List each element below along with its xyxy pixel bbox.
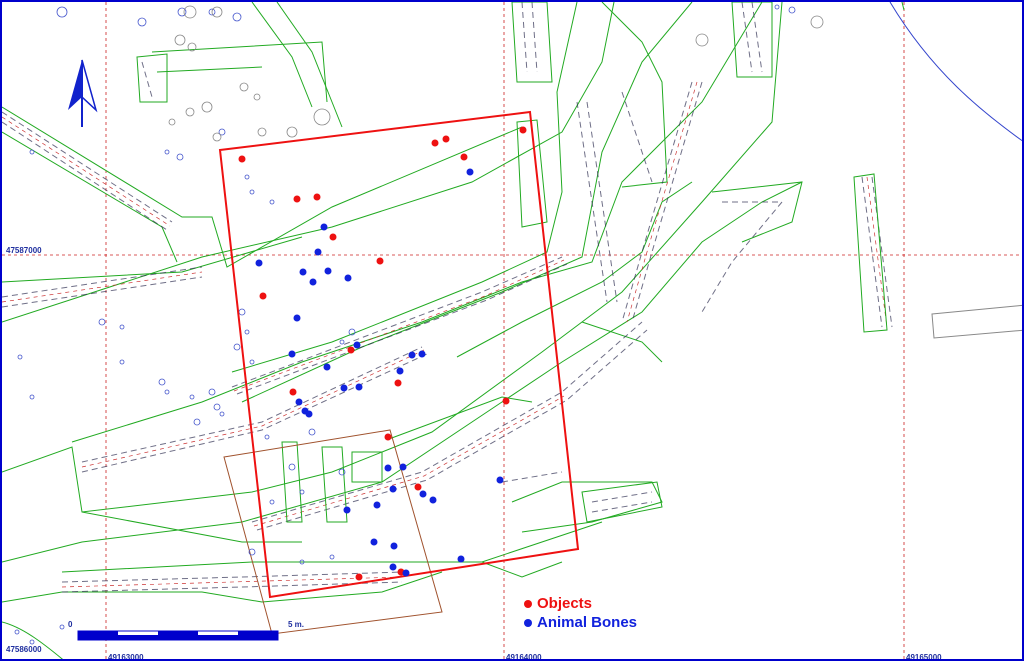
legend-item-objects: Objects: [524, 595, 592, 612]
animal-bone-find-marker: [299, 268, 307, 276]
ditch-segments: [136, 2, 888, 523]
feature-outlines: [2, 2, 905, 659]
animal-bone-find-marker: [396, 367, 404, 375]
boundary-line: [889, 2, 1022, 142]
object-find-marker: [384, 433, 392, 441]
animal-bone-find-marker: [309, 278, 317, 286]
animal-bone-find-marker: [340, 384, 348, 392]
scale-bar: [77, 630, 279, 641]
objects-marker-icon: [524, 599, 532, 608]
x-coordinate-label-mid: 49164000: [506, 653, 542, 661]
animal-bone-find-marker: [389, 485, 397, 493]
animal-bone-find-marker: [344, 274, 352, 282]
animal-bone-find-marker: [496, 476, 504, 484]
animal-bone-find-marker: [355, 383, 363, 391]
animal-bone-find-marker: [402, 569, 410, 577]
animal-bone-find-marker: [419, 490, 427, 498]
object-find-marker: [329, 233, 337, 241]
object-find-marker: [414, 483, 422, 491]
grey-stones: [168, 5, 824, 142]
scale-start-label: 0: [68, 620, 73, 629]
animal-bone-find-marker: [390, 542, 398, 550]
object-find-marker: [347, 346, 355, 354]
animal-bone-find-marker: [457, 555, 465, 563]
animal-bone-find-marker: [399, 463, 407, 471]
object-find-marker: [293, 195, 301, 203]
stone-scatter: [14, 4, 796, 645]
bones-marker-icon: [524, 618, 532, 627]
north-arrow-icon: [68, 59, 98, 127]
animal-bone-find-marker: [373, 501, 381, 509]
animal-bone-find-marker: [323, 363, 331, 371]
animal-bone-find-marker: [343, 506, 351, 514]
object-find-marker: [394, 379, 402, 387]
y-coordinate-label-bottom: 47586000: [6, 645, 42, 654]
animal-bone-find-marker: [429, 496, 437, 504]
object-find-marker: [259, 292, 267, 300]
object-find-marker: [442, 135, 450, 143]
animal-bone-find-marker: [466, 168, 474, 176]
reference-plot: [931, 304, 1022, 339]
object-find-marker: [289, 388, 297, 396]
ditch-midlines: [2, 81, 888, 588]
legend-item-animal-bones: Animal Bones: [524, 614, 637, 631]
animal-bone-find-marker: [293, 314, 301, 322]
animal-bone-find-marker: [314, 248, 322, 256]
animal-bone-find-marker: [418, 350, 426, 358]
object-find-marker: [355, 573, 363, 581]
object-find-marker: [376, 257, 384, 265]
animal-bone-find-marker: [389, 563, 397, 571]
x-coordinate-label-left: 49163000: [108, 653, 144, 661]
legend-objects-label: Objects: [537, 595, 593, 612]
trench-outline: [218, 110, 580, 599]
x-coordinate-label-right: 49165000: [906, 653, 942, 661]
animal-bone-find-marker: [305, 410, 313, 418]
excavation-area-outline: [223, 429, 443, 635]
animal-bone-find-marker: [384, 464, 392, 472]
animal-bone-find-marker: [255, 259, 263, 267]
animal-bone-find-marker: [320, 223, 328, 231]
animal-bone-find-marker: [295, 398, 303, 406]
scale-end-label: 5 m.: [288, 620, 305, 629]
animal-bone-find-marker: [288, 350, 296, 358]
object-find-marker: [502, 397, 510, 405]
object-find-marker: [313, 193, 321, 201]
animal-bone-find-marker: [324, 267, 332, 275]
object-find-marker: [519, 126, 527, 134]
base-plan-layer: [2, 2, 1022, 659]
animal-bone-find-marker: [353, 341, 361, 349]
animal-bone-find-marker: [408, 351, 416, 359]
object-find-marker: [238, 155, 246, 163]
ditch-hatching: [2, 2, 893, 593]
object-find-marker: [431, 139, 439, 147]
object-find-marker: [460, 153, 468, 161]
objects-layer: [238, 126, 527, 581]
legend-bones-label: Animal Bones: [537, 614, 638, 631]
y-coordinate-label-top: 47587000: [6, 246, 42, 255]
site-plan-map: 47587000 47586000 49163000 49164000 4916…: [0, 0, 1024, 661]
animal-bone-find-marker: [370, 538, 378, 546]
